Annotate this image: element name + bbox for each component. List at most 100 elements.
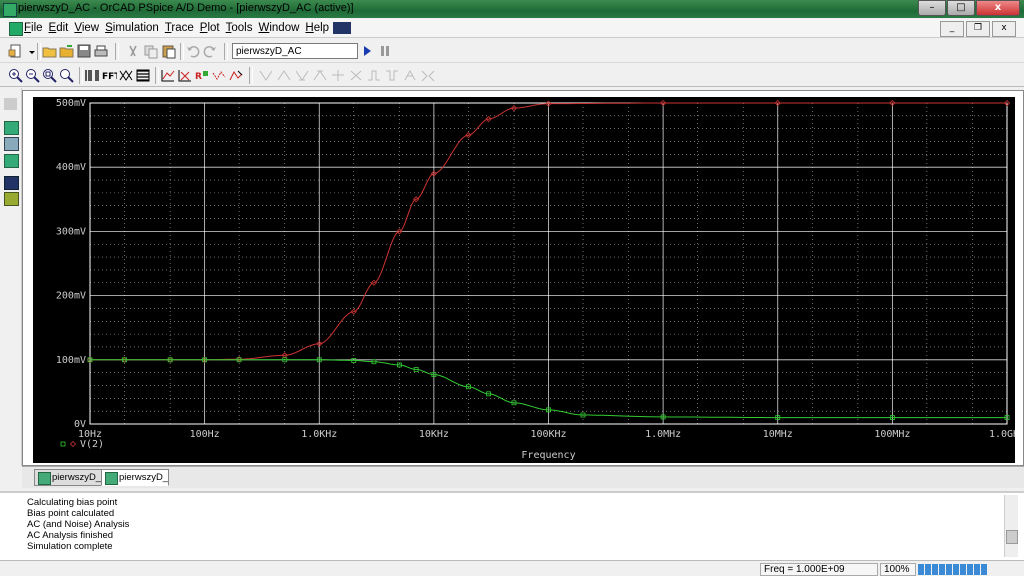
x-axis-label: Frequency <box>521 450 575 461</box>
output-panel: Calculating bias point Bias point calcul… <box>0 491 1024 561</box>
x-tick-label: 100Hz <box>190 429 220 440</box>
log-x-axis-icon[interactable] <box>84 68 100 83</box>
y-tick-label: 400mV <box>56 162 86 173</box>
schematic-icon <box>38 472 51 485</box>
cursor-max-icon[interactable] <box>312 68 328 83</box>
zoom-area-icon[interactable] <box>42 68 58 83</box>
toolbar-separator <box>37 43 41 60</box>
tab-schematic[interactable]: pierwszyD_... <box>34 469 102 486</box>
mark-data-icon[interactable] <box>420 68 436 83</box>
menu-edit[interactable]: Edit <box>49 22 75 34</box>
output-line: Simulation complete <box>27 541 113 552</box>
grip-icon <box>4 98 17 110</box>
cursor-peak-icon[interactable] <box>228 68 244 83</box>
status-zoom: 100% <box>880 563 916 576</box>
app-icon <box>3 3 17 17</box>
mark-data-points-icon[interactable]: R <box>194 68 210 83</box>
plot-window: 10Hz 100Hz 1.0KHz 10KHz 100KHz 1.0MHz 10MHz 100… <box>22 90 1024 466</box>
log-y-axis-icon[interactable] <box>135 68 151 83</box>
fourier-icon[interactable]: FFT <box>101 68 117 83</box>
output-line: AC Analysis finished <box>27 530 114 541</box>
bias-voltage-icon[interactable] <box>4 176 19 190</box>
document-icon[interactable] <box>9 22 23 36</box>
close-icon[interactable]: x <box>976 0 1020 16</box>
help-icon[interactable] <box>333 22 352 34</box>
menu-bar: File Edit View Simulation Trace Plot Too… <box>0 19 1024 38</box>
y-tick-label: 100mV <box>56 355 86 366</box>
bias-current-icon[interactable] <box>4 192 19 206</box>
toolbar-separator <box>155 67 159 84</box>
maximize-icon[interactable]: □ <box>947 0 975 16</box>
status-bar: Freq = 1.000E+09 100% <box>0 562 1024 576</box>
paste-icon[interactable] <box>161 44 177 59</box>
output-scrollbar[interactable] <box>1004 495 1018 557</box>
tab-probe[interactable]: pierwszyD_A... <box>101 469 169 486</box>
power-marker-icon[interactable] <box>4 154 19 168</box>
plot-area[interactable]: 10Hz 100Hz 1.0KHz 10KHz 100KHz 1.0MHz 10MHz 100… <box>33 97 1015 463</box>
zoom-out-icon[interactable] <box>25 68 41 83</box>
output-line: Calculating bias point <box>27 497 118 508</box>
open-recent-icon[interactable] <box>59 44 75 59</box>
mark-label-icon[interactable] <box>402 68 418 83</box>
simulation-profile-select[interactable]: pierwszyD_AC <box>232 43 358 59</box>
menu-trace[interactable]: Trace <box>165 22 200 34</box>
performance-analysis-icon[interactable] <box>118 68 134 83</box>
open-folder-icon[interactable] <box>42 44 58 59</box>
frequency-response-chart[interactable]: 10Hz 100Hz 1.0KHz 10KHz 100KHz 1.0MHz 10MHz 100… <box>33 97 1015 463</box>
mdi-restore-icon[interactable]: ❐ <box>966 21 990 37</box>
scrollbar-thumb[interactable] <box>1006 530 1018 544</box>
y-tick-label: 0V <box>74 419 86 430</box>
menu-tools[interactable]: Tools <box>226 22 259 34</box>
cursor-point-icon[interactable] <box>330 68 346 83</box>
menu-window[interactable]: Window <box>258 22 305 34</box>
cursor-slope-icon[interactable] <box>276 68 292 83</box>
new-icon[interactable] <box>8 44 24 59</box>
svg-text:FFT: FFT <box>102 72 117 82</box>
toggle-cursor-icon[interactable] <box>211 68 227 83</box>
menu-simulation[interactable]: Simulation <box>105 22 165 34</box>
save-icon[interactable] <box>76 44 92 59</box>
plot-toolbar: FFT R <box>0 64 1024 87</box>
menu-file[interactable]: File <box>24 22 49 34</box>
x-tick-label: 10MHz <box>763 429 793 440</box>
cursor-prev-transition-icon[interactable] <box>384 68 400 83</box>
x-tick-label: 1.0MHz <box>645 429 681 440</box>
window-title: pierwszyD_AC - OrCAD PSpice A/D Demo - [… <box>18 2 354 14</box>
run-icon[interactable] <box>364 46 371 56</box>
cursor-trough-icon[interactable] <box>258 68 274 83</box>
mdi-close-icon[interactable]: x <box>992 21 1016 37</box>
redo-icon[interactable] <box>202 44 218 59</box>
title-bar: pierwszyD_AC - OrCAD PSpice A/D Demo - [… <box>0 0 1024 18</box>
menu-list: File Edit View Simulation Trace Plot Too… <box>24 22 352 34</box>
copy-icon[interactable] <box>143 44 159 59</box>
cursor-min-icon[interactable] <box>294 68 310 83</box>
cursor-next-transition-icon[interactable] <box>366 68 382 83</box>
toolbar-separator <box>79 67 83 84</box>
toolbar-separator <box>115 43 119 60</box>
x-tick-label: 1.0GHz <box>989 429 1015 440</box>
menu-help[interactable]: Help <box>305 22 335 34</box>
print-icon[interactable] <box>93 44 109 59</box>
new-dropdown-icon[interactable] <box>24 44 35 59</box>
voltage-marker-icon[interactable] <box>4 121 19 135</box>
zoom-in-icon[interactable] <box>8 68 24 83</box>
cursor-search-icon[interactable] <box>348 68 364 83</box>
current-marker-icon[interactable] <box>4 137 19 151</box>
minimize-icon[interactable]: – <box>918 0 946 16</box>
add-trace-icon[interactable] <box>160 68 176 83</box>
status-frequency: Freq = 1.000E+09 <box>760 563 878 576</box>
undo-icon[interactable] <box>185 44 201 59</box>
x-tick-label: 10KHz <box>419 429 449 440</box>
zoom-fit-icon[interactable] <box>59 68 75 83</box>
y-tick-label: 200mV <box>56 291 86 302</box>
x-tick-label: 100KHz <box>530 429 566 440</box>
menu-plot[interactable]: Plot <box>200 22 226 34</box>
eval-goal-icon[interactable] <box>177 68 193 83</box>
output-line: AC (and Noise) Analysis <box>27 519 130 530</box>
cut-icon[interactable] <box>125 44 141 59</box>
window-controls: – □ x <box>917 0 1020 16</box>
pause-icon[interactable] <box>381 46 389 56</box>
mdi-minimize-icon[interactable]: _ <box>940 21 964 37</box>
document-tabs: pierwszyD_... pierwszyD_A... <box>22 466 1024 488</box>
menu-view[interactable]: View <box>74 22 105 34</box>
